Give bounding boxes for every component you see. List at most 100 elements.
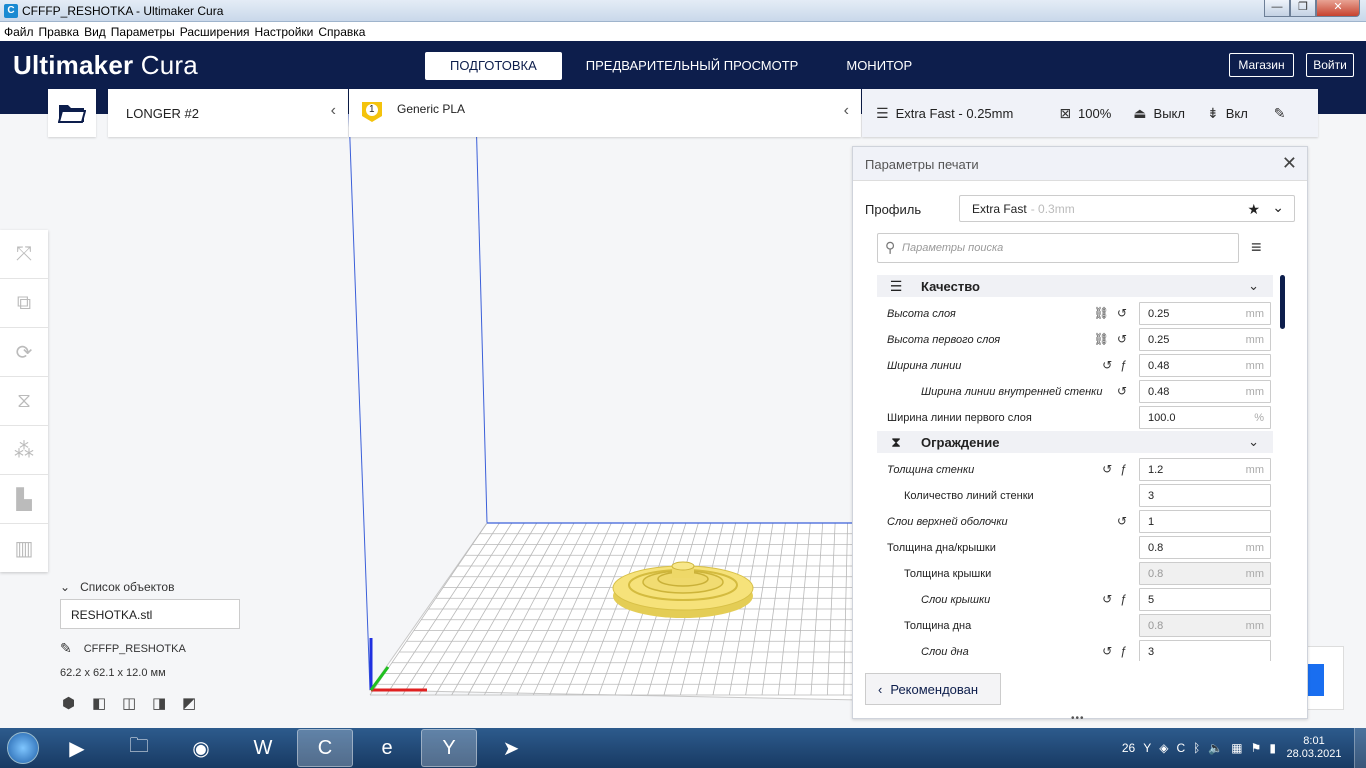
reset-icon[interactable]: ↺ bbox=[1102, 358, 1112, 372]
rotate-tool-button[interactable]: ⟳ bbox=[0, 328, 48, 377]
setting-label: Толщина дна bbox=[904, 620, 972, 632]
material-selector[interactable]: 1 Generic PLA ‹ bbox=[349, 89, 861, 137]
panel-resize-handle[interactable]: ••• bbox=[1071, 713, 1085, 724]
reset-icon[interactable]: ↺ bbox=[1117, 306, 1127, 320]
setting-label: Слои дна bbox=[921, 646, 969, 658]
reset-icon[interactable]: ↺ bbox=[1102, 592, 1112, 606]
login-button[interactable]: Войти bbox=[1306, 53, 1354, 77]
setting-value-field[interactable]: 0.8 mm bbox=[1139, 536, 1271, 559]
tab-preview[interactable]: ПРЕДВАРИТЕЛЬНЫЙ ПРОСМОТР bbox=[562, 52, 823, 80]
signal-icon[interactable]: ▮ bbox=[1269, 741, 1276, 755]
volume-icon[interactable]: 🔈 bbox=[1208, 741, 1223, 755]
minimize-button[interactable]: — bbox=[1264, 0, 1290, 17]
link-icon[interactable]: ⛓ bbox=[1094, 332, 1109, 346]
menu-view[interactable]: Вид bbox=[84, 25, 106, 39]
custom-supports-button[interactable]: ▥ bbox=[0, 524, 48, 573]
setting-row: Толщина крышки 0.8 mm bbox=[877, 561, 1273, 587]
link-icon[interactable]: ⛓ bbox=[1094, 306, 1109, 320]
menu-file[interactable]: Файл bbox=[4, 25, 34, 39]
left-view-icon[interactable]: ◨ bbox=[152, 694, 182, 712]
profile-icon: ☰ bbox=[876, 104, 889, 121]
setting-value-field[interactable]: 100.0% bbox=[1139, 406, 1271, 429]
reset-icon[interactable]: ↺ bbox=[1117, 332, 1127, 346]
word-taskbar-icon[interactable]: W bbox=[235, 729, 291, 767]
settings-category-header[interactable]: ☰ Качество ⌄ bbox=[877, 275, 1273, 297]
reset-icon[interactable]: ↺ bbox=[1102, 462, 1112, 476]
close-icon[interactable]: ✕ bbox=[1282, 153, 1297, 174]
settings-visibility-menu-icon[interactable]: ≡ bbox=[1251, 237, 1262, 258]
marketplace-button[interactable]: Магазин bbox=[1229, 53, 1294, 77]
setting-value-field[interactable]: 3 bbox=[1139, 484, 1271, 507]
front-view-icon[interactable]: ◧ bbox=[92, 694, 122, 712]
cura-tray-icon[interactable]: C bbox=[1176, 741, 1185, 755]
function-icon[interactable]: ƒ bbox=[1120, 358, 1127, 372]
start-button[interactable] bbox=[0, 728, 46, 768]
yandex-browser-taskbar-icon[interactable]: Y bbox=[421, 729, 477, 767]
support-summary: Выкл bbox=[1153, 105, 1185, 121]
setting-value-field[interactable]: 0.25 mm bbox=[1139, 302, 1271, 325]
menu-edit[interactable]: Правка bbox=[39, 25, 80, 39]
object-list-header[interactable]: ⌄ Список объектов bbox=[60, 580, 174, 594]
show-desktop-button[interactable] bbox=[1354, 728, 1366, 768]
setting-unit: mm bbox=[1245, 620, 1264, 632]
stage-tabs: ПОДГОТОВКА ПРЕДВАРИТЕЛЬНЫЙ ПРОСМОТР МОНИ… bbox=[425, 52, 936, 80]
menu-preferences[interactable]: Настройки bbox=[255, 25, 314, 39]
setting-value-field[interactable]: 5 bbox=[1139, 588, 1271, 611]
scale-tool-button[interactable]: ⧉ bbox=[0, 279, 48, 328]
function-icon[interactable]: ƒ bbox=[1120, 644, 1127, 658]
firefox-taskbar-icon[interactable]: ◉ bbox=[173, 729, 229, 767]
tab-monitor[interactable]: МОНИТОР bbox=[822, 52, 936, 80]
menu-settings[interactable]: Параметры bbox=[111, 25, 175, 39]
bluetooth-icon[interactable]: ᛒ bbox=[1193, 741, 1200, 755]
telegram-taskbar-icon[interactable]: ➤ bbox=[483, 729, 539, 767]
open-file-button[interactable] bbox=[48, 89, 96, 137]
menu-extensions[interactable]: Расширения bbox=[180, 25, 250, 39]
recommended-button[interactable]: ‹ Рекомендован bbox=[865, 673, 1001, 705]
setting-value-field[interactable]: 1 bbox=[1139, 510, 1271, 533]
settings-category-header[interactable]: ⧗ Ограждение ⌄ bbox=[877, 431, 1273, 453]
function-icon[interactable]: ƒ bbox=[1120, 592, 1127, 606]
setting-value-field[interactable]: 0.48 mm bbox=[1139, 380, 1271, 403]
reset-icon[interactable]: ↺ bbox=[1117, 514, 1127, 528]
object-list-item[interactable]: RESHOTKA.stl bbox=[60, 599, 240, 629]
extruder-number: 1 bbox=[369, 104, 375, 115]
function-icon[interactable]: ƒ bbox=[1120, 462, 1127, 476]
tab-prepare[interactable]: ПОДГОТОВКА bbox=[425, 52, 562, 80]
scale-icon: ⧉ bbox=[16, 291, 32, 314]
network-icon[interactable]: ▦ bbox=[1231, 741, 1242, 755]
maximize-button[interactable]: ❐ bbox=[1290, 0, 1316, 17]
setting-value-field[interactable]: 0.48 mm bbox=[1139, 354, 1271, 377]
per-model-settings-button[interactable]: ⁂ bbox=[0, 426, 48, 475]
support-blocker-button[interactable]: ▙ bbox=[0, 475, 48, 524]
setting-value-field[interactable]: 0.25 mm bbox=[1139, 328, 1271, 351]
yandex-tray-icon[interactable]: Y bbox=[1143, 741, 1151, 755]
settings-search-input[interactable]: ⚲ Параметры поиска bbox=[877, 233, 1239, 263]
flag-icon[interactable]: ⚑ bbox=[1251, 741, 1262, 755]
printer-selector[interactable]: LONGER #2 ‹ bbox=[108, 89, 348, 137]
pencil-icon[interactable]: ✎ bbox=[60, 640, 72, 657]
setting-value-field[interactable]: 1.2 mm bbox=[1139, 458, 1271, 481]
profile-dropdown[interactable]: Extra Fast - 0.3mm ★ ⌄ bbox=[959, 195, 1295, 222]
menu-help[interactable]: Справка bbox=[318, 25, 365, 39]
mirror-tool-button[interactable]: ⧖ bbox=[0, 377, 48, 426]
right-view-icon[interactable]: ◩ bbox=[182, 694, 212, 712]
cura-taskbar-icon[interactable]: C bbox=[297, 729, 353, 767]
clock[interactable]: 8:01 28.03.2021 bbox=[1284, 735, 1344, 761]
settings-scrollbar[interactable] bbox=[1280, 275, 1285, 329]
internet-explorer-taskbar-icon[interactable]: e bbox=[359, 729, 415, 767]
print-settings-panel: Параметры печати ✕ Профиль Extra Fast - 0.… bbox=[852, 146, 1308, 724]
slice-button[interactable] bbox=[1308, 664, 1324, 696]
print-settings-selector[interactable]: ☰ Extra Fast - 0.25mm ⊠ 100% ⏏ Выкл ⇟ Вкл ✎ bbox=[862, 89, 1318, 137]
top-view-icon[interactable]: ◫ bbox=[122, 694, 152, 712]
move-tool-button[interactable]: ⤧ bbox=[0, 230, 48, 279]
explorer-taskbar-icon[interactable]: 🗀 bbox=[111, 729, 167, 767]
shield-tray-icon[interactable]: ◈ bbox=[1159, 741, 1168, 755]
star-icon[interactable]: ★ bbox=[1247, 201, 1260, 218]
close-window-button[interactable]: ✕ bbox=[1316, 0, 1360, 17]
reset-icon[interactable]: ↺ bbox=[1102, 644, 1112, 658]
setting-value-field[interactable]: 3 bbox=[1139, 640, 1271, 661]
3d-view-icon[interactable]: ⬢ bbox=[62, 694, 92, 712]
reset-icon[interactable]: ↺ bbox=[1117, 384, 1127, 398]
tray-badge[interactable]: 26 bbox=[1122, 741, 1135, 755]
media-player-taskbar-icon[interactable]: ▶ bbox=[49, 729, 105, 767]
